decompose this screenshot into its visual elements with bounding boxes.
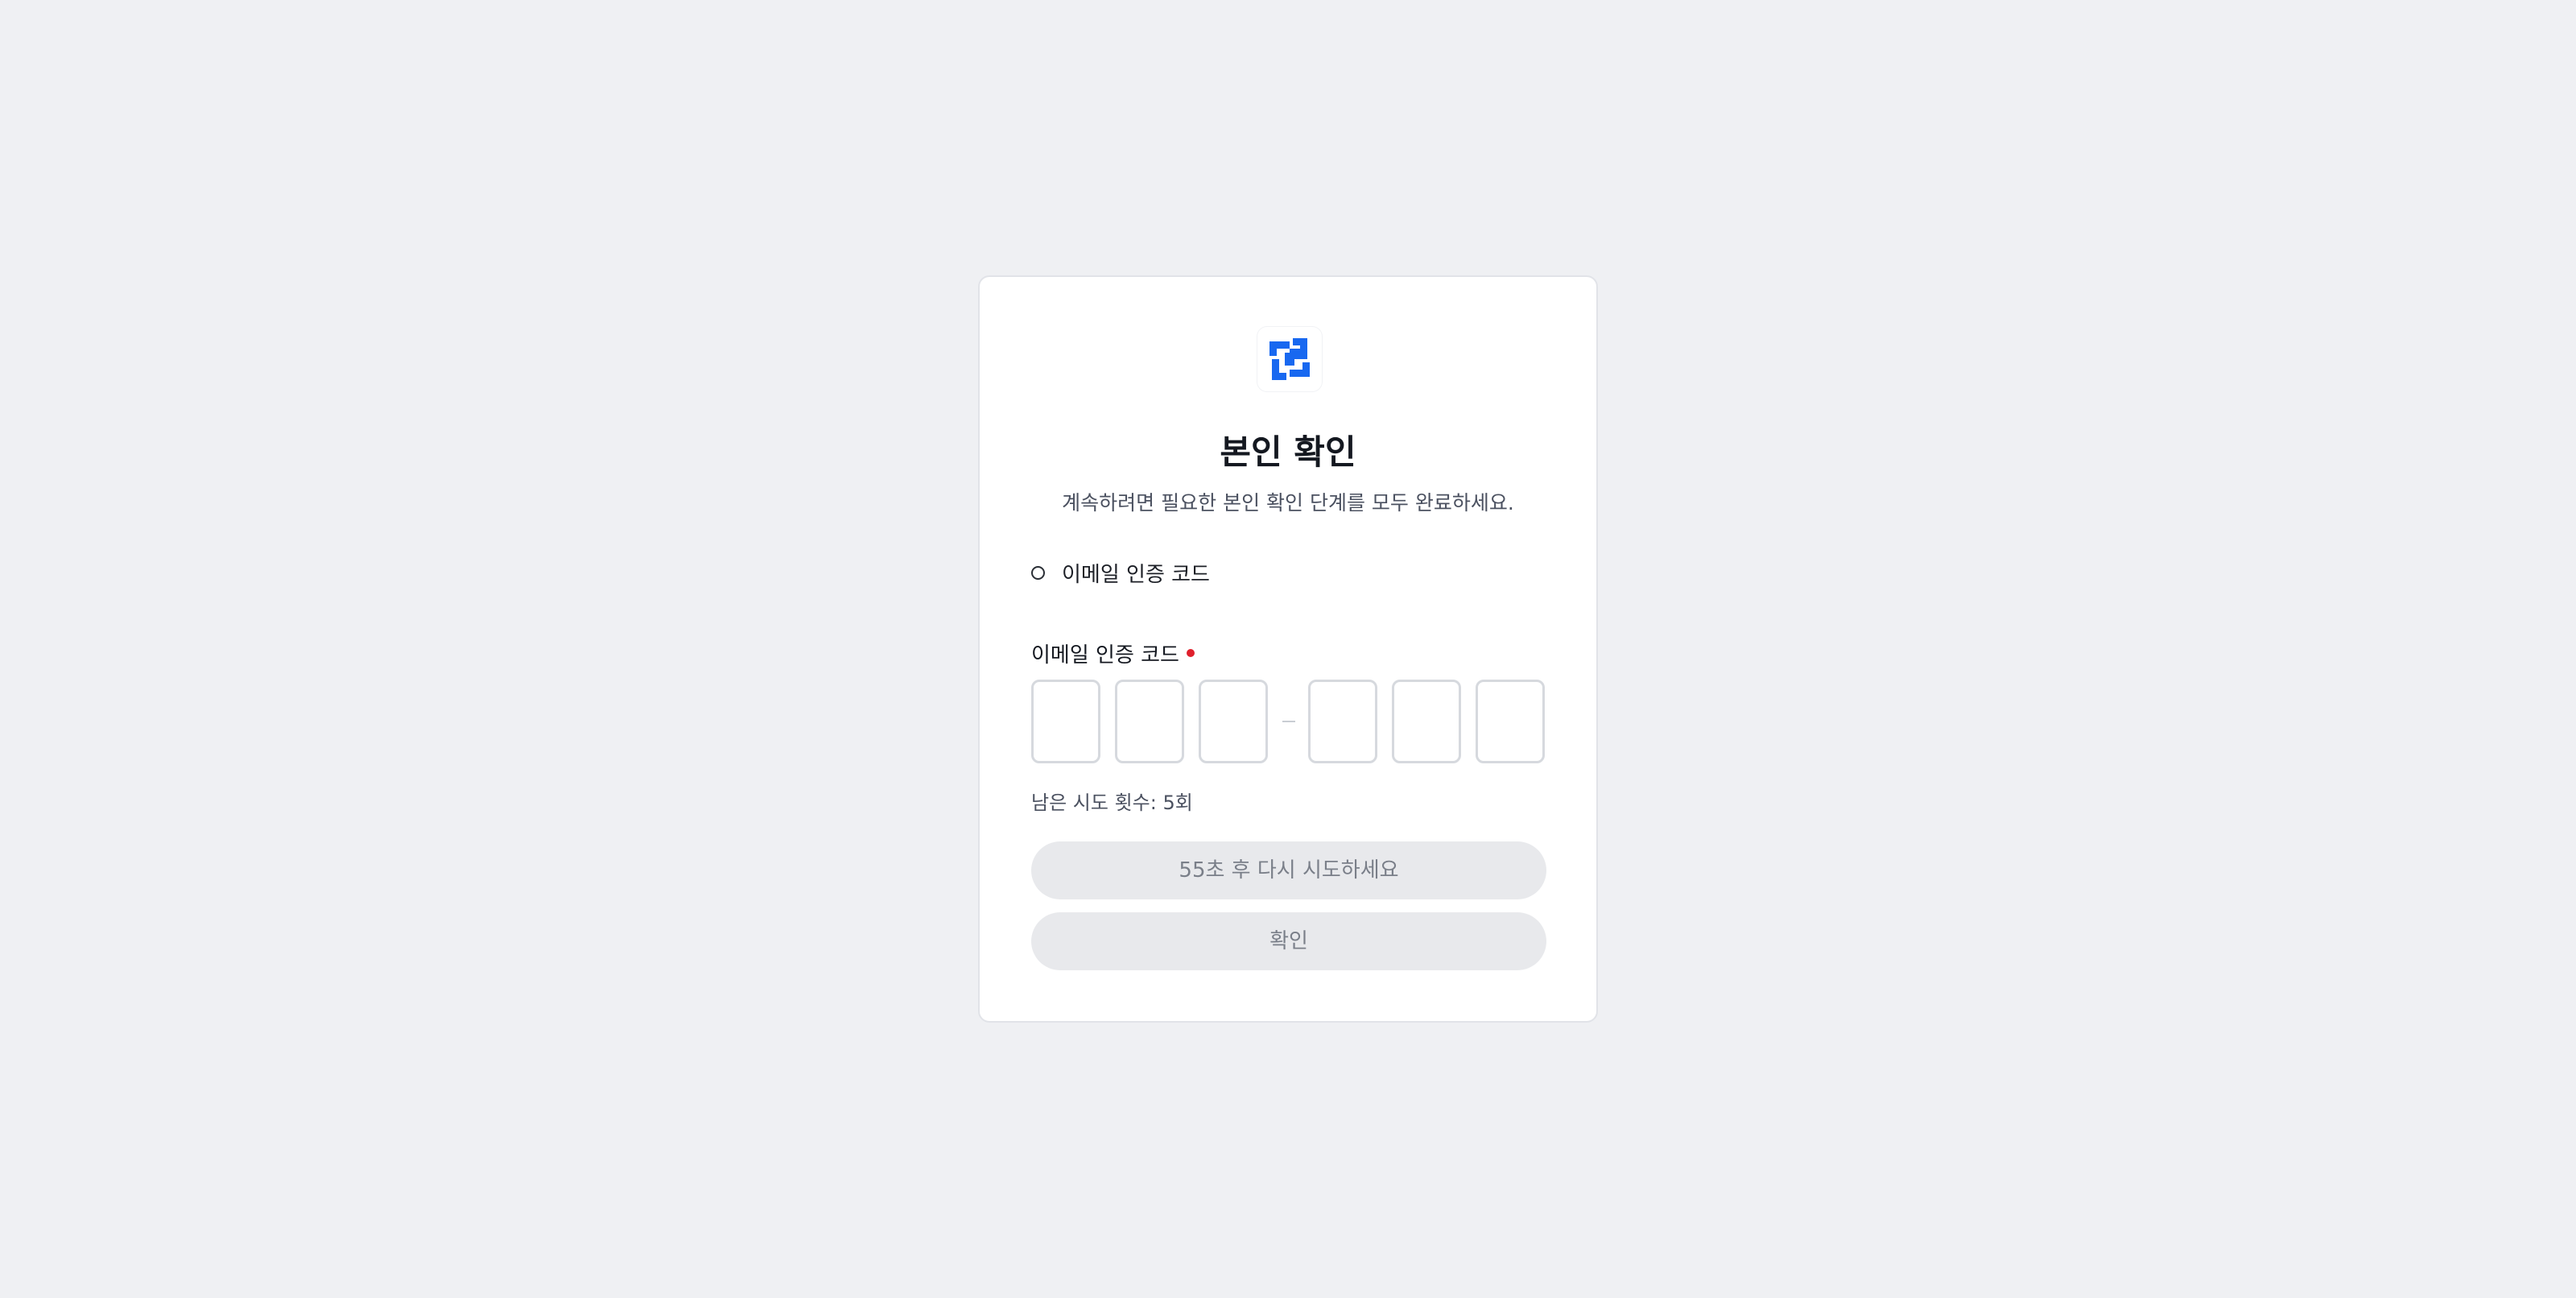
verification-card: 본인 확인 계속하려면 필요한 본인 확인 단계를 모두 완료하세요. 이메일 …	[978, 275, 1598, 1023]
code-separator	[1282, 721, 1295, 722]
resend-code-button[interactable]: 55초 후 다시 시도하세요	[1031, 841, 1546, 899]
page-title: 본인 확인	[1220, 432, 1356, 472]
radio-circle-icon	[1031, 565, 1045, 580]
verification-method-label: 이메일 인증 코드	[1062, 562, 1210, 587]
remaining-attempts-text: 남은 시도 횟수: 5회	[1031, 792, 1193, 814]
verification-method-option[interactable]: 이메일 인증 코드	[1031, 559, 1210, 587]
brand-logo-icon	[1257, 327, 1322, 391]
code-digit-6[interactable]	[1476, 680, 1545, 763]
code-field-label-text: 이메일 인증 코드	[1031, 643, 1179, 668]
code-digit-1[interactable]	[1031, 680, 1100, 763]
page-subtitle: 계속하려면 필요한 본인 확인 단계를 모두 완료하세요.	[1062, 491, 1514, 515]
code-digit-4[interactable]	[1308, 680, 1377, 763]
required-indicator	[1186, 649, 1195, 657]
code-digit-3[interactable]	[1199, 680, 1268, 763]
confirm-button[interactable]: 확인	[1031, 912, 1546, 970]
code-digit-5[interactable]	[1392, 680, 1461, 763]
code-digit-2[interactable]	[1115, 680, 1184, 763]
code-field-label: 이메일 인증 코드	[1031, 639, 1195, 668]
